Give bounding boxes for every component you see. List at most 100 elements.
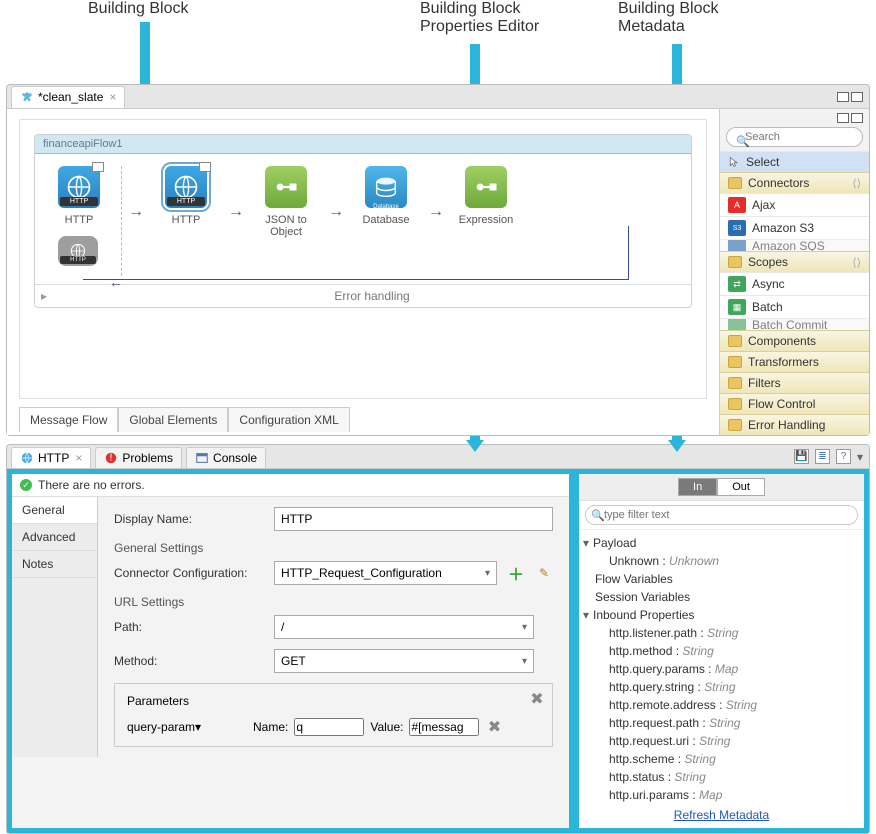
window-controls: [837, 92, 869, 102]
error-handling-section[interactable]: ▸ Error handling: [35, 284, 691, 307]
palette-max-icon[interactable]: [851, 113, 863, 123]
console-icon: [195, 451, 209, 465]
label-building-block: Building Block: [88, 0, 189, 18]
search-icon: 🔍: [736, 135, 750, 148]
label-metadata: Building Block Metadata: [618, 0, 719, 36]
drawer-transformers[interactable]: Transformers: [720, 351, 869, 372]
help-icon[interactable]: ?: [836, 449, 851, 464]
dropdown-icon: ▾: [522, 656, 527, 667]
save-icon[interactable]: 💾: [794, 449, 809, 464]
props-tab-advanced[interactable]: Advanced: [12, 524, 97, 551]
node-http-request[interactable]: HTTP HTTP: [150, 166, 222, 226]
bottom-panel: HTTP × ! Problems Console 💾 ≣ ? ▾ ✓ Ther…: [6, 444, 870, 834]
maximize-icon[interactable]: [851, 92, 863, 102]
param-name-input[interactable]: [294, 718, 364, 736]
folder-icon: [728, 256, 742, 268]
method-select[interactable]: GET▾: [274, 649, 534, 673]
search-icon: 🔍: [591, 509, 605, 522]
tab-global-elements[interactable]: Global Elements: [118, 407, 228, 432]
properties-editor: ✓ There are no errors. General Advanced …: [7, 469, 574, 833]
general-settings-heading: General Settings: [114, 541, 553, 555]
minimize-icon[interactable]: [837, 92, 849, 102]
layout-icon[interactable]: ≣: [815, 449, 830, 464]
connector-config-select[interactable]: HTTP_Request_Configuration▾: [274, 561, 497, 585]
props-tab-notes[interactable]: Notes: [12, 551, 97, 578]
remove-param-group-button[interactable]: ✖: [528, 690, 546, 708]
drawer-flow-control[interactable]: Flow Control: [720, 393, 869, 414]
flow-arrow-icon: →: [228, 203, 244, 221]
editor-window: *clean_slate × financeapiFlow1 HTTP: [6, 84, 870, 436]
param-type-select[interactable]: query-param▾: [127, 720, 247, 734]
flow-title: financeapiFlow1: [35, 135, 691, 154]
metadata-property[interactable]: http.request.path : String: [583, 714, 860, 732]
param-value-label: Value:: [370, 720, 403, 734]
palette-item-amazon-sqs[interactable]: Amazon SQS: [720, 239, 869, 251]
metadata-property[interactable]: http.query.params : Map: [583, 660, 860, 678]
tab-problems[interactable]: ! Problems: [95, 447, 182, 468]
s3-icon: S3: [728, 220, 746, 236]
drawer-error-handling[interactable]: Error Handling: [720, 414, 869, 435]
path-input[interactable]: /▾: [274, 615, 534, 639]
out-tab[interactable]: Out: [717, 478, 765, 496]
metadata-panel: In Out 🔍 ▾Payload Unknown : Unknown Flow…: [574, 469, 869, 833]
path-label: Path:: [114, 620, 264, 634]
tab-configuration-xml[interactable]: Configuration XML: [228, 407, 349, 432]
props-tab-general[interactable]: General: [12, 497, 97, 524]
folder-icon: [728, 377, 742, 389]
node-expression[interactable]: Expression: [450, 166, 522, 226]
menu-icon[interactable]: ▾: [857, 450, 863, 464]
folder-icon: [728, 356, 742, 368]
refresh-metadata-link[interactable]: Refresh Metadata: [674, 808, 769, 822]
edit-config-button[interactable]: ✎: [535, 564, 553, 582]
node-database[interactable]: Database Database: [350, 166, 422, 226]
display-name-input[interactable]: [274, 507, 553, 531]
flow-arrow-icon: →: [428, 203, 444, 221]
metadata-property[interactable]: http.status : String: [583, 768, 860, 786]
metadata-property[interactable]: http.listener.path : String: [583, 624, 860, 642]
add-config-button[interactable]: ＋: [507, 564, 525, 582]
tab-close-icon[interactable]: ×: [109, 90, 116, 104]
tab-message-flow[interactable]: Message Flow: [19, 407, 118, 432]
close-icon[interactable]: ×: [75, 451, 82, 465]
canvas-tabs: Message Flow Global Elements Configurati…: [19, 407, 707, 432]
metadata-property[interactable]: http.query.string : String: [583, 678, 860, 696]
palette: 🔍 Select Connectors ⟨⟩ AAjax S3Amazon S3…: [719, 109, 869, 435]
folder-icon: [728, 398, 742, 410]
metadata-property[interactable]: http.method : String: [583, 642, 860, 660]
in-tab[interactable]: In: [678, 478, 717, 496]
expand-icon[interactable]: ▸: [35, 285, 53, 307]
tab-console[interactable]: Console: [186, 447, 266, 468]
metadata-property[interactable]: http.uri.params : Map: [583, 786, 860, 804]
palette-select-tool[interactable]: Select: [720, 151, 869, 172]
folder-icon: [728, 419, 742, 431]
flow-canvas[interactable]: financeapiFlow1 HTTP HTTP: [19, 119, 707, 399]
svg-text:!: !: [110, 452, 113, 464]
url-settings-heading: URL Settings: [114, 595, 553, 609]
drawer-filters[interactable]: Filters: [720, 372, 869, 393]
chevron-icon: ⟨⟩: [852, 256, 861, 269]
dropdown-icon: ▾: [485, 568, 490, 579]
dropdown-icon: ▾: [522, 622, 527, 633]
tab-http-props[interactable]: HTTP ×: [11, 447, 91, 468]
dropdown-icon: ▾: [195, 720, 201, 734]
sqs-icon: [728, 239, 746, 251]
remove-param-button[interactable]: ✖: [485, 718, 503, 736]
drawer-scopes[interactable]: Scopes ⟨⟩: [720, 251, 869, 272]
drawer-connectors[interactable]: Connectors ⟨⟩: [720, 172, 869, 193]
metadata-property[interactable]: http.scheme : String: [583, 750, 860, 768]
palette-item-batch[interactable]: ▦Batch: [720, 295, 869, 318]
tab-clean-slate[interactable]: *clean_slate ×: [11, 86, 125, 108]
metadata-property[interactable]: http.request.uri : String: [583, 732, 860, 750]
palette-item-batch-commit[interactable]: Batch Commit: [720, 318, 869, 330]
palette-item-amazon-s3[interactable]: S3Amazon S3: [720, 216, 869, 239]
palette-min-icon[interactable]: [837, 113, 849, 123]
drawer-components[interactable]: Components: [720, 330, 869, 351]
metadata-tree[interactable]: ▾Payload Unknown : Unknown Flow Variable…: [579, 530, 864, 804]
bottom-tabs: HTTP × ! Problems Console 💾 ≣ ? ▾: [7, 445, 869, 469]
parameters-heading: Parameters: [127, 694, 540, 708]
metadata-filter-input[interactable]: [585, 505, 858, 525]
palette-item-ajax[interactable]: AAjax: [720, 193, 869, 216]
param-value-input[interactable]: [409, 718, 479, 736]
metadata-property[interactable]: http.remote.address : String: [583, 696, 860, 714]
palette-item-async[interactable]: ⇄Async: [720, 272, 869, 295]
